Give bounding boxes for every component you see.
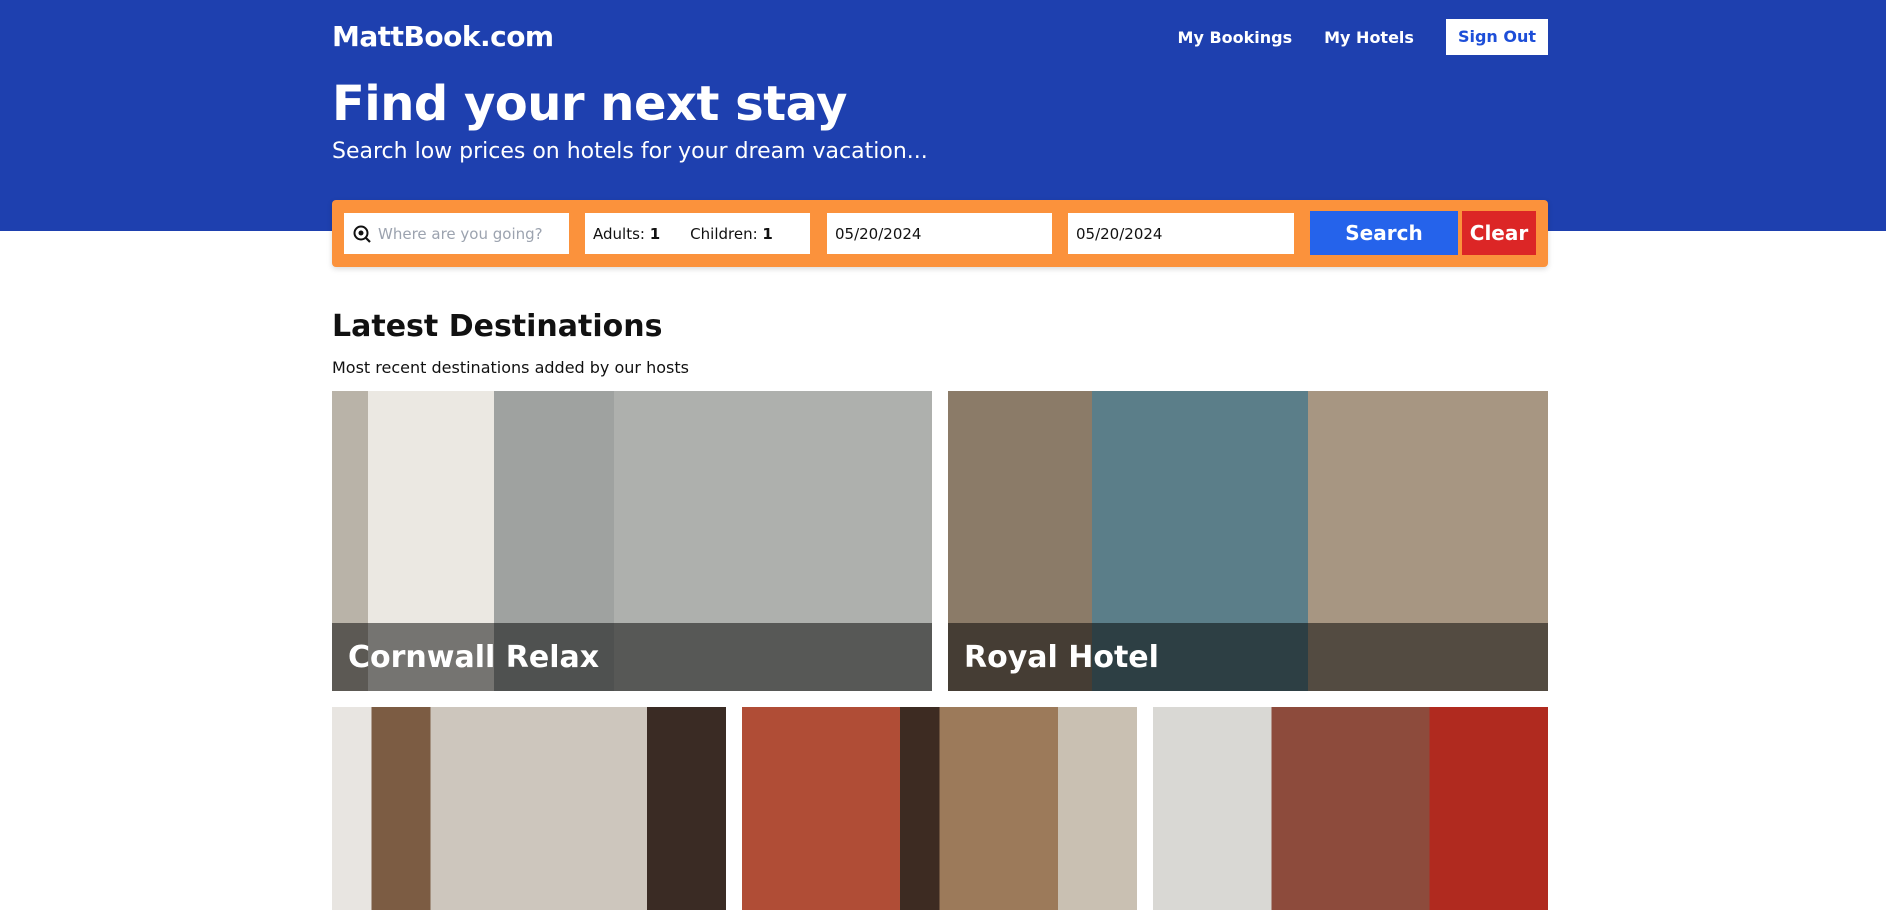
hero-subtitle: Search low prices on hotels for your dre… xyxy=(332,139,928,164)
hero-title: Find your next stay xyxy=(332,76,847,132)
destination-card[interactable] xyxy=(742,707,1137,910)
destination-card[interactable]: Royal Hotel xyxy=(948,391,1548,691)
top-nav: My Bookings My Hotels Sign Out xyxy=(1178,19,1548,55)
sign-out-button[interactable]: Sign Out xyxy=(1445,19,1548,55)
destination-name: Royal Hotel xyxy=(964,640,1159,675)
hero-banner: MattBook.com My Bookings My Hotels Sign … xyxy=(0,0,1886,231)
children-label: Children: xyxy=(690,224,758,243)
adults-label: Adults: xyxy=(593,224,645,243)
destination-card[interactable] xyxy=(332,707,726,910)
check-in-date-input[interactable]: 05/20/2024 xyxy=(827,213,1052,254)
nav-my-hotels[interactable]: My Hotels xyxy=(1324,28,1414,47)
destination-name: Cornwall Relax xyxy=(348,640,600,675)
latest-destinations-subtitle: Most recent destinations added by our ho… xyxy=(332,358,689,377)
adults-value: 1 xyxy=(649,224,661,243)
latest-destinations-title: Latest Destinations xyxy=(332,309,663,344)
destination-card[interactable] xyxy=(1153,707,1548,910)
clear-button[interactable]: Clear xyxy=(1462,211,1536,255)
search-location-icon xyxy=(352,224,372,244)
destination-card[interactable]: Cornwall Relax xyxy=(332,391,932,691)
guests-field[interactable]: Adults: 1 Children: 1 xyxy=(585,213,810,254)
children-value: 1 xyxy=(762,224,773,243)
nav-my-bookings[interactable]: My Bookings xyxy=(1178,28,1293,47)
destination-placeholder: Where are you going? xyxy=(378,224,543,243)
search-button[interactable]: Search xyxy=(1310,211,1458,255)
children-count[interactable]: Children: 1 xyxy=(690,225,773,243)
site-logo[interactable]: MattBook.com xyxy=(332,20,554,53)
adults-count[interactable]: Adults: 1 xyxy=(593,225,660,243)
destination-input[interactable]: Where are you going? xyxy=(344,213,569,254)
search-bar: Where are you going? Adults: 1 Children:… xyxy=(332,200,1548,267)
check-out-date-input[interactable]: 05/20/2024 xyxy=(1068,213,1294,254)
